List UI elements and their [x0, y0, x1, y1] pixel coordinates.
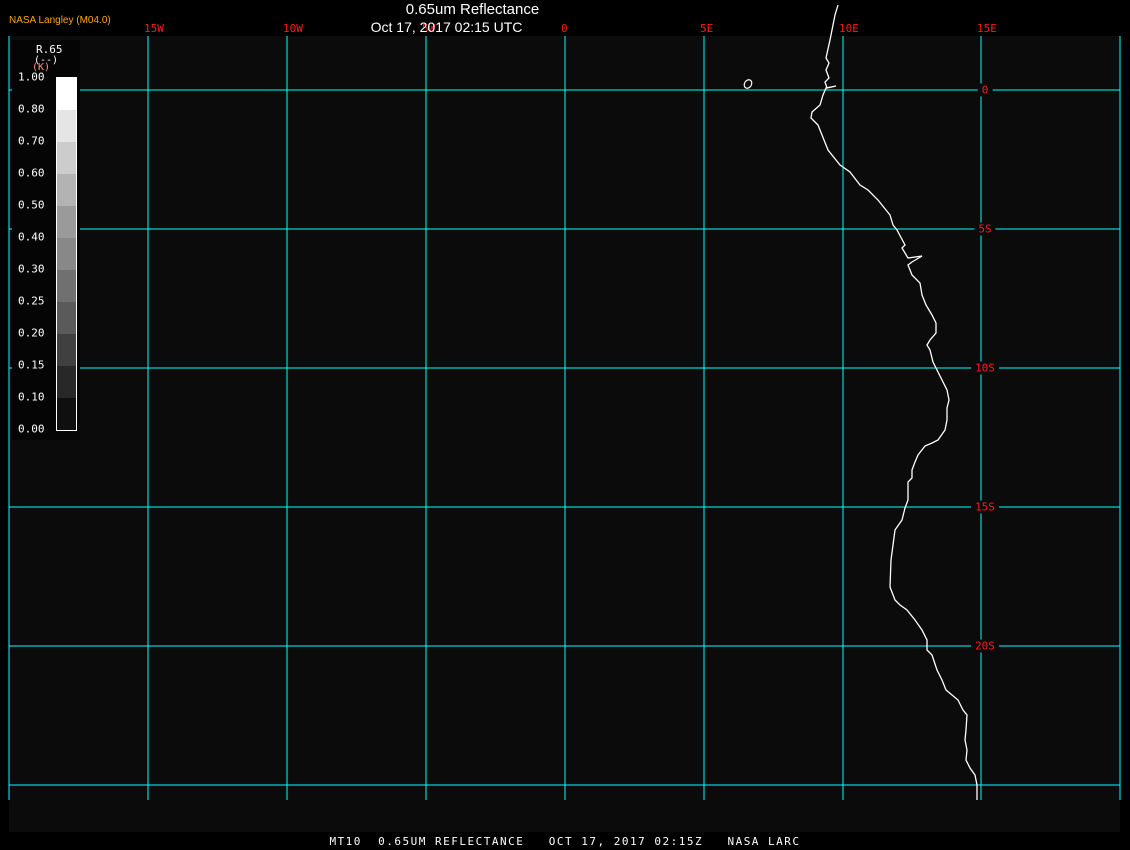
colorbar-segment	[57, 142, 76, 174]
image-timestamp: Oct 17, 2017 02:15 UTC	[370, 19, 523, 35]
colorbar-tick-label: 0.25	[18, 294, 45, 308]
colorbar-tick-label: 1.00	[18, 70, 45, 84]
latitude-label: 10S	[971, 361, 999, 375]
colorbar-segment	[57, 270, 76, 302]
colorbar-scale	[56, 77, 77, 431]
island-outline	[743, 79, 753, 89]
colorbar-tick-label: 0.15	[18, 358, 45, 372]
colorbar-tick-label: 0.60	[18, 166, 45, 180]
colorbar-tick-label: 0.30	[18, 262, 45, 276]
colorbar-tick-label: 0.40	[18, 230, 45, 244]
colorbar-segment	[57, 366, 76, 398]
colorbar-tick-label: 0.20	[18, 326, 45, 340]
colorbar-segment	[57, 78, 76, 110]
colorbar-segment	[57, 110, 76, 142]
footer-caption: MT10 0.65UM REFLECTANCE OCT 17, 2017 02:…	[329, 835, 801, 848]
coastline	[810, 4, 978, 800]
colorbar-segment	[57, 334, 76, 366]
longitude-label: 15E	[977, 22, 997, 35]
map-overlay	[8, 4, 1121, 800]
colorbar-tick-label: 0.10	[18, 390, 45, 404]
colorbar-segment	[57, 302, 76, 334]
colorbar-segment	[57, 398, 76, 430]
colorbar-segment	[57, 238, 76, 270]
lat-lon-grid	[8, 36, 1121, 800]
latitude-label: 0	[977, 83, 993, 97]
latitude-label: 20S	[971, 639, 999, 653]
colorbar-segment	[57, 174, 76, 206]
latitude-label: 15S	[971, 500, 999, 514]
colorbar-segment	[57, 206, 76, 238]
colorbar-tick-label: 0.00	[18, 422, 45, 436]
colorbar-tick-label: 0.80	[18, 102, 45, 116]
colorbar-tick-label: 0.50	[18, 198, 45, 212]
latitude-label: 5S	[974, 222, 996, 236]
colorbar-tick-label: 0.70	[18, 134, 45, 148]
